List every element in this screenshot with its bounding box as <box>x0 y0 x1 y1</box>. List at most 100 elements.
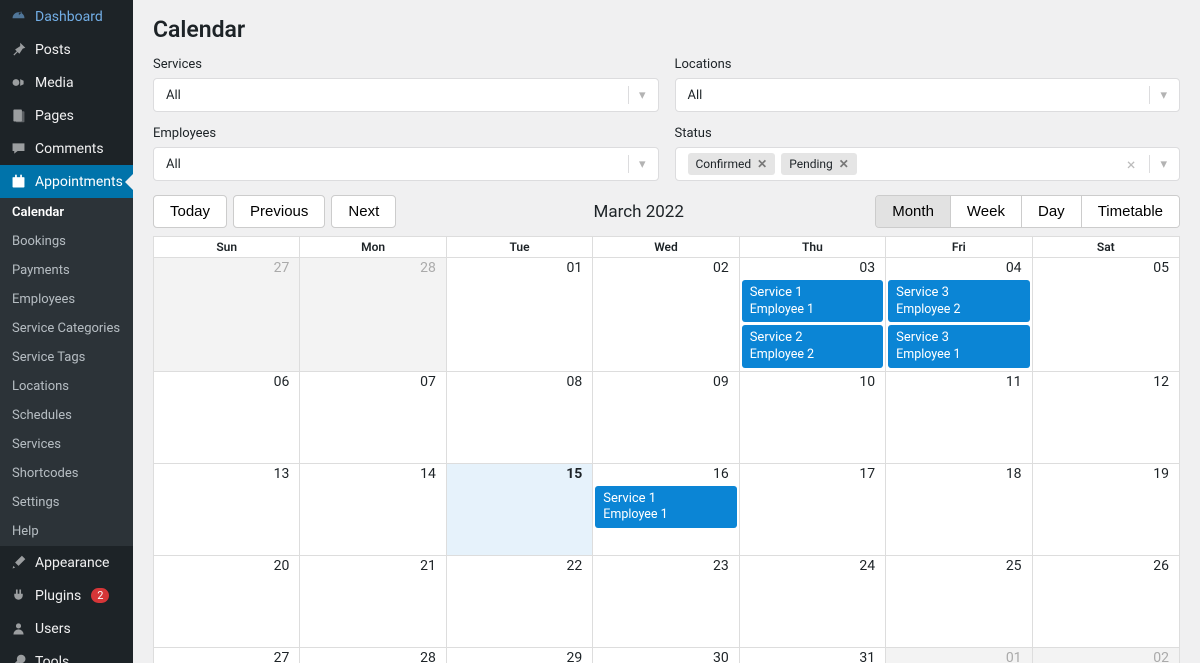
media-icon <box>10 74 27 91</box>
day-header: Fri <box>886 237 1032 257</box>
appointment-event[interactable]: Service 2Employee 2 <box>742 325 883 367</box>
employees-select-value: All <box>166 157 181 172</box>
event-service: Service 1 <box>750 284 875 302</box>
calendar-cell[interactable]: 07 <box>300 372 446 464</box>
event-service: Service 3 <box>896 284 1021 302</box>
next-button[interactable]: Next <box>331 195 396 228</box>
calendar-cell[interactable]: 24 <box>740 556 886 648</box>
services-filter-label: Services <box>153 57 659 72</box>
sidebar-item-tools[interactable]: Tools <box>0 645 133 663</box>
today-button[interactable]: Today <box>153 195 227 228</box>
date-number: 03 <box>859 260 875 276</box>
remove-tag-icon[interactable]: ✕ <box>839 157 849 171</box>
appointment-event[interactable]: Service 1Employee 1 <box>742 280 883 322</box>
calendar-cell[interactable]: 09 <box>593 372 739 464</box>
submenu-item-services[interactable]: Services <box>0 430 133 459</box>
services-select[interactable]: All ▾ <box>153 78 659 112</box>
remove-tag-icon[interactable]: ✕ <box>757 157 767 171</box>
date-number: 06 <box>274 374 290 390</box>
calendar-cell[interactable]: 01 <box>447 258 593 372</box>
status-select[interactable]: Confirmed✕Pending✕ × ▾ <box>675 147 1181 181</box>
view-timetable-button[interactable]: Timetable <box>1082 196 1179 227</box>
appointment-event[interactable]: Service 3Employee 1 <box>888 325 1029 367</box>
event-employee: Employee 2 <box>896 302 1021 319</box>
submenu-item-service-categories[interactable]: Service Categories <box>0 314 133 343</box>
date-number: 09 <box>713 374 729 390</box>
calendar-cell[interactable]: 28 <box>300 648 446 663</box>
event-service: Service 2 <box>750 329 875 347</box>
calendar-cell[interactable]: 01 <box>886 648 1032 663</box>
calendar-cell[interactable]: 21 <box>300 556 446 648</box>
submenu-item-shortcodes[interactable]: Shortcodes <box>0 459 133 488</box>
submenu-item-bookings[interactable]: Bookings <box>0 227 133 256</box>
appointment-event[interactable]: Service 3Employee 2 <box>888 280 1029 322</box>
calendar-cell[interactable]: 11 <box>886 372 1032 464</box>
calendar-cell[interactable]: 29 <box>447 648 593 663</box>
calendar-cell[interactable]: 14 <box>300 464 446 556</box>
calendar-cell[interactable]: 08 <box>447 372 593 464</box>
day-header: Thu <box>740 237 886 257</box>
calendar-cell[interactable]: 22 <box>447 556 593 648</box>
calendar-cell[interactable]: 10 <box>740 372 886 464</box>
calendar-cell[interactable]: 03 Service 1Employee 1Service 2Employee 2 <box>740 258 886 372</box>
clear-status-icon[interactable]: × <box>1127 155 1136 174</box>
calendar-cell[interactable]: 23 <box>593 556 739 648</box>
date-number: 25 <box>1006 558 1022 574</box>
submenu-item-service-tags[interactable]: Service Tags <box>0 343 133 372</box>
calendar-cell[interactable]: 17 <box>740 464 886 556</box>
view-month-button[interactable]: Month <box>876 196 951 227</box>
submenu-item-calendar[interactable]: Calendar <box>0 198 133 227</box>
date-number: 02 <box>1153 650 1169 663</box>
calendar-cell[interactable]: 27 <box>154 648 300 663</box>
calendar-cell[interactable]: 27 <box>154 258 300 372</box>
calendar-toolbar: Today Previous Next March 2022 MonthWeek… <box>153 195 1180 228</box>
view-day-button[interactable]: Day <box>1022 196 1082 227</box>
submenu-item-payments[interactable]: Payments <box>0 256 133 285</box>
sidebar-item-appearance[interactable]: Appearance <box>0 546 133 579</box>
filters-row: Services All ▾ Locations All ▾ Employees… <box>153 57 1180 181</box>
calendar-cell[interactable]: 02 <box>1033 648 1179 663</box>
sidebar-item-label: Dashboard <box>35 9 103 25</box>
sidebar-item-users[interactable]: Users <box>0 612 133 645</box>
calendar-icon <box>10 173 27 190</box>
calendar-cell[interactable]: 16Service 1Employee 1 <box>593 464 739 556</box>
locations-select[interactable]: All ▾ <box>675 78 1181 112</box>
employees-select[interactable]: All ▾ <box>153 147 659 181</box>
calendar-cell[interactable]: 13 <box>154 464 300 556</box>
submenu-item-schedules[interactable]: Schedules <box>0 401 133 430</box>
sidebar-item-label: Pages <box>35 108 74 124</box>
calendar-cell[interactable]: 20 <box>154 556 300 648</box>
submenu-item-employees[interactable]: Employees <box>0 285 133 314</box>
calendar-cell[interactable]: 06 <box>154 372 300 464</box>
date-number: 11 <box>1006 374 1022 390</box>
calendar-cell[interactable]: 31 <box>740 648 886 663</box>
appointment-event[interactable]: Service 1Employee 1 <box>595 486 736 528</box>
sidebar-item-appointments[interactable]: Appointments <box>0 165 133 198</box>
sidebar-item-dashboard[interactable]: Dashboard <box>0 0 133 33</box>
calendar-cell[interactable]: 04Service 3Employee 2Service 3Employee 1 <box>886 258 1032 372</box>
date-number: 28 <box>420 260 436 276</box>
calendar-cell[interactable]: 15 <box>447 464 593 556</box>
calendar-cell[interactable]: 26 <box>1033 556 1179 648</box>
previous-button[interactable]: Previous <box>233 195 325 228</box>
calendar-cell[interactable]: 12 <box>1033 372 1179 464</box>
calendar-cell[interactable]: 28 <box>300 258 446 372</box>
calendar-cell[interactable]: 02 <box>593 258 739 372</box>
sidebar-item-posts[interactable]: Posts <box>0 33 133 66</box>
calendar-cell[interactable]: 19 <box>1033 464 1179 556</box>
calendar-cell[interactable]: 18 <box>886 464 1032 556</box>
submenu-item-locations[interactable]: Locations <box>0 372 133 401</box>
sidebar-item-pages[interactable]: Pages <box>0 99 133 132</box>
calendar-cell[interactable]: 30 <box>593 648 739 663</box>
sidebar-item-label: Comments <box>35 141 104 157</box>
submenu-item-settings[interactable]: Settings <box>0 488 133 517</box>
submenu-item-help[interactable]: Help <box>0 517 133 546</box>
view-week-button[interactable]: Week <box>951 196 1022 227</box>
sidebar-item-media[interactable]: Media <box>0 66 133 99</box>
sidebar-item-comments[interactable]: Comments <box>0 132 133 165</box>
calendar-cell[interactable]: 05 <box>1033 258 1179 372</box>
sidebar-item-label: Tools <box>35 654 69 663</box>
sidebar-item-plugins[interactable]: Plugins2 <box>0 579 133 612</box>
calendar-cell[interactable]: 25 <box>886 556 1032 648</box>
chevron-down-icon: ▾ <box>1160 157 1167 172</box>
